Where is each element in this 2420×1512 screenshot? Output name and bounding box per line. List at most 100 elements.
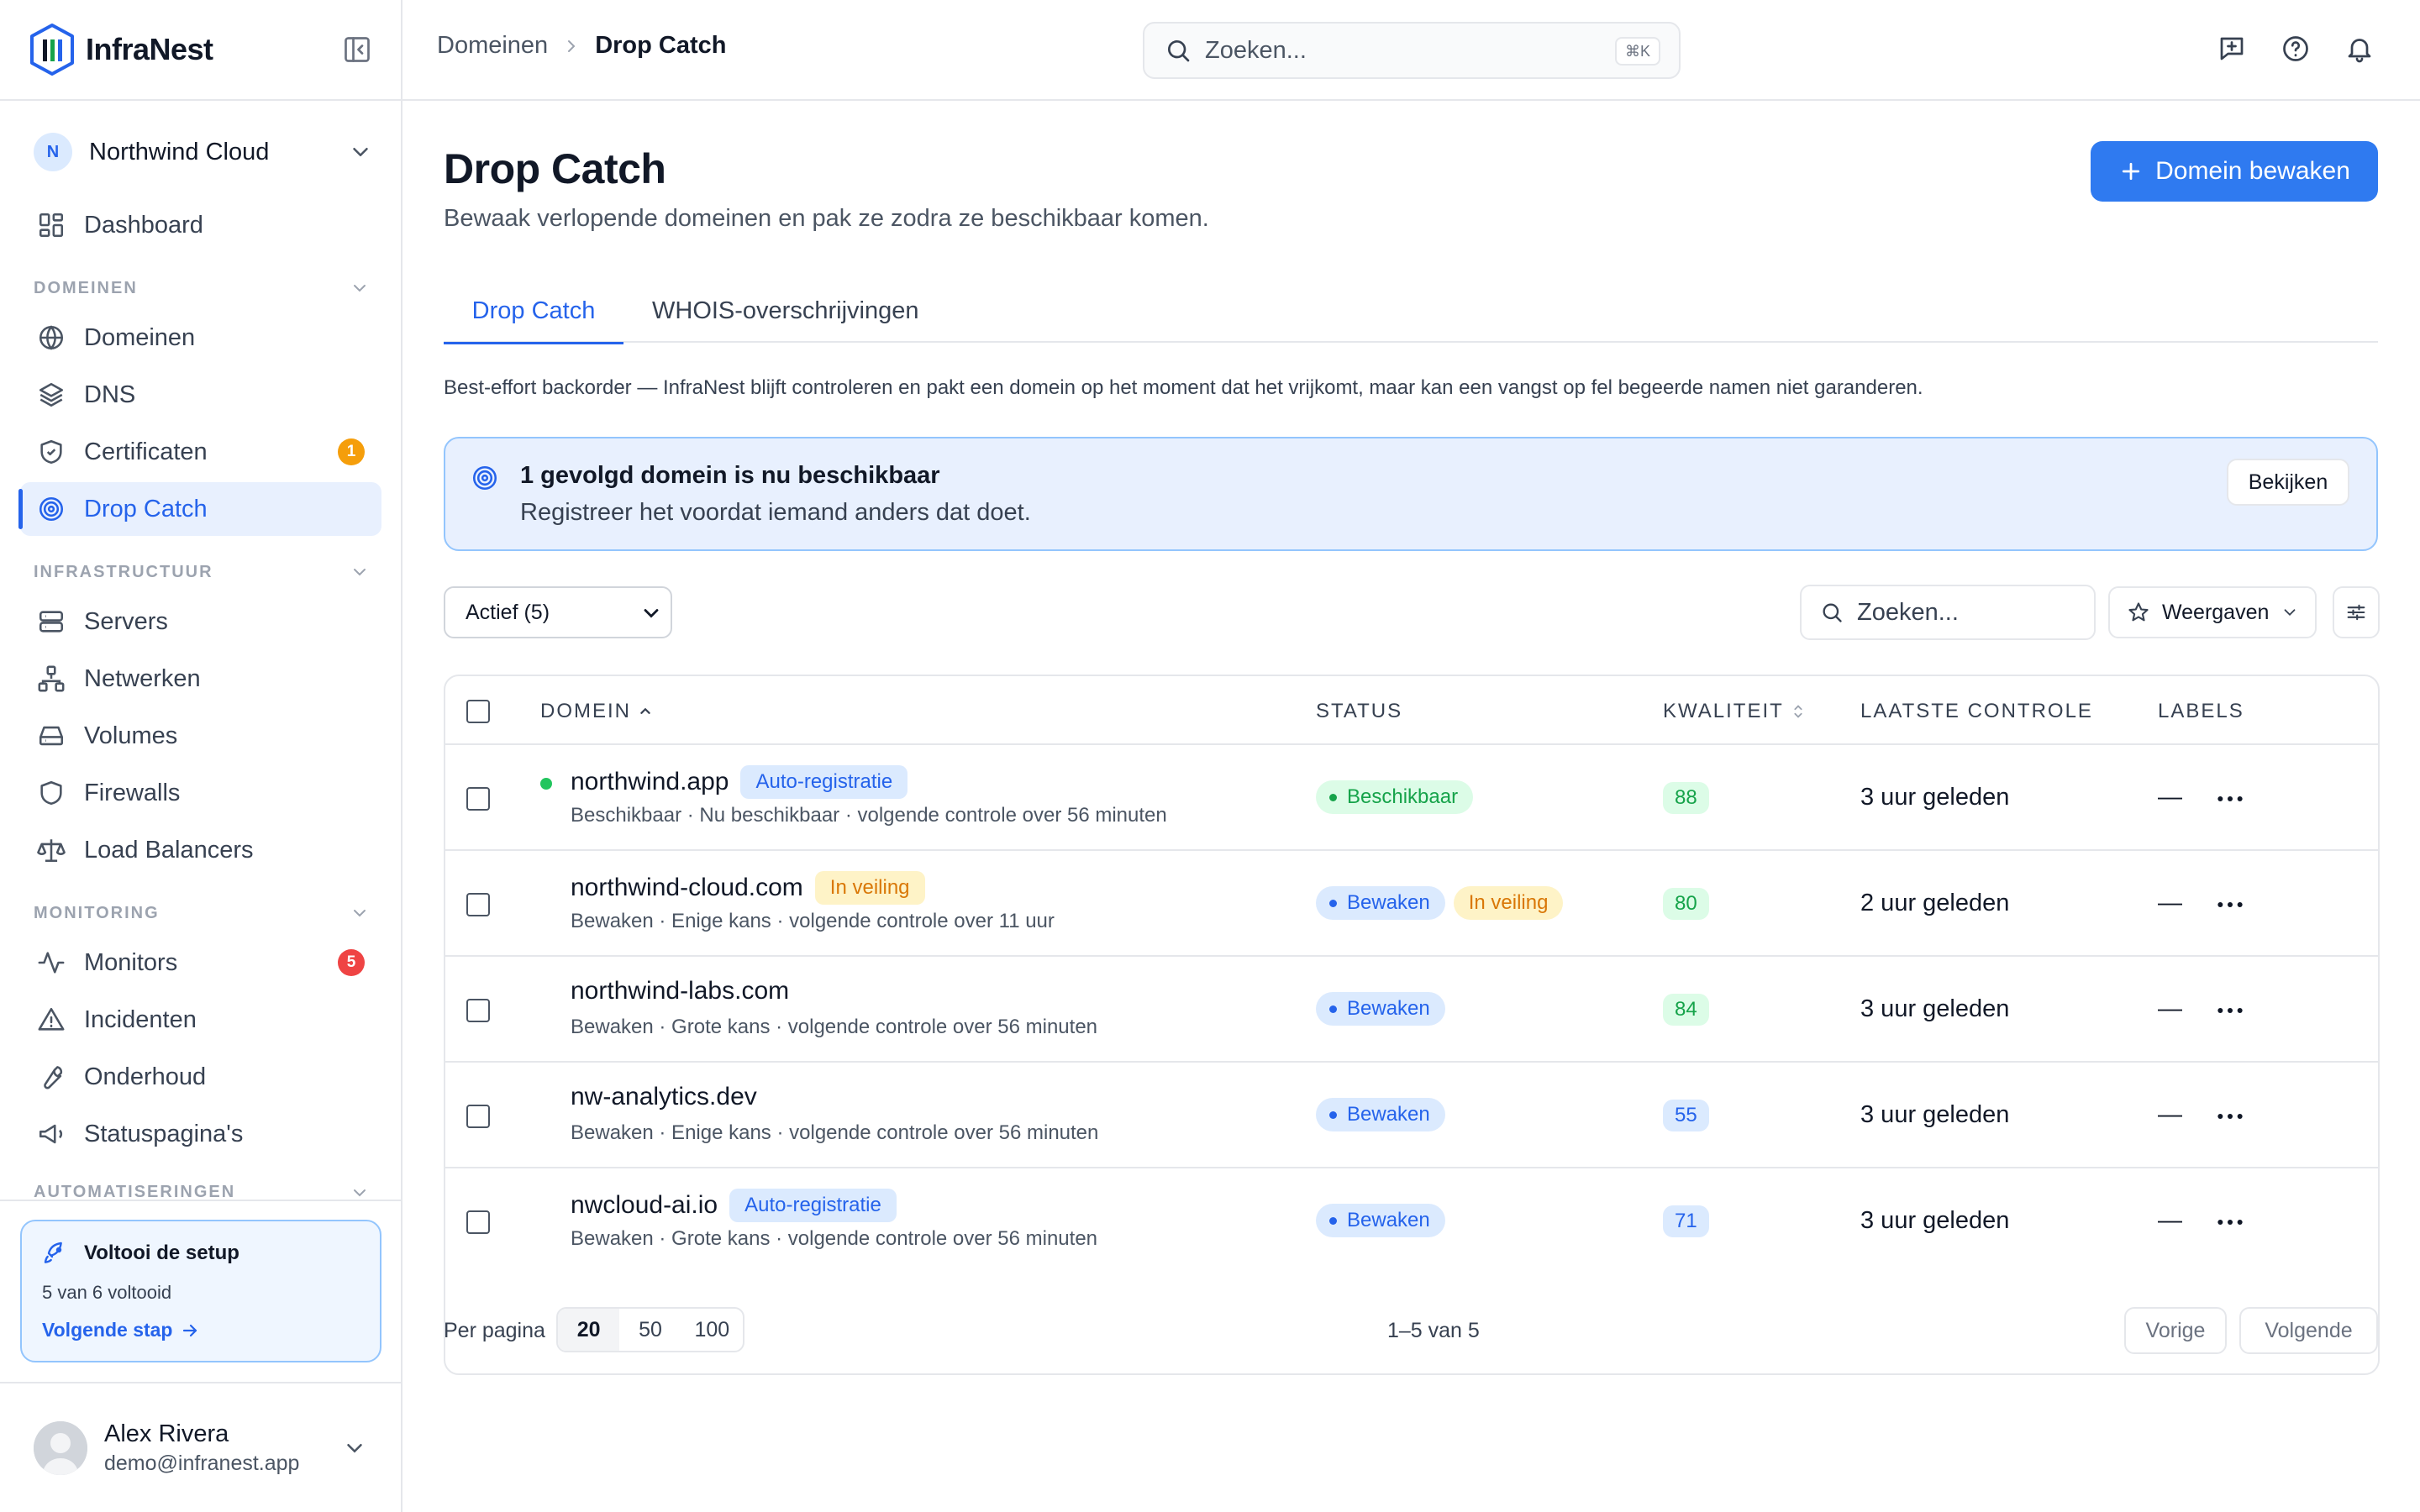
domain-meta: Bewaken · Enige kans · volgende controle…: [571, 910, 1055, 932]
table-row[interactable]: nwcloud-ai.io Auto-registratie Bewaken ·…: [445, 1168, 2378, 1274]
status-dot: [1329, 1110, 1337, 1119]
table-row[interactable]: nw-analytics.dev Bewaken · Enige kans · …: [445, 1063, 2378, 1168]
table-search[interactable]: [1800, 585, 2096, 640]
last-check: 3 uur geleden: [1860, 1101, 2010, 1128]
more-actions-icon[interactable]: [2213, 888, 2247, 921]
global-search[interactable]: ⌘K: [1143, 22, 1681, 79]
sidebar-item-statuspaginas[interactable]: Statuspagina's: [20, 1107, 381, 1161]
tab-whois[interactable]: WHOIS-overschrijvingen: [652, 279, 918, 343]
column-header-domain[interactable]: DOMEIN: [540, 700, 655, 723]
table-row[interactable]: northwind-cloud.com In veiling Bewaken ·…: [445, 851, 2378, 957]
column-header-labels: LABELS: [2158, 700, 2244, 722]
table-row[interactable]: northwind.app Auto-registratie Beschikba…: [445, 745, 2378, 851]
sidebar-item-volumes[interactable]: Volumes: [20, 709, 381, 763]
row-checkbox[interactable]: [466, 1105, 490, 1128]
labels-cell: —: [2158, 1207, 2182, 1234]
views-dropdown[interactable]: Weergaven: [2108, 586, 2317, 638]
domain-name[interactable]: nwcloud-ai.io: [571, 1191, 718, 1220]
sidebar: InfraNest N Northwind Cloud Dashboard DO…: [0, 0, 402, 1512]
sidebar-item-dns[interactable]: DNS: [20, 368, 381, 422]
user-avatar-icon: [34, 1420, 87, 1475]
section-domeinen[interactable]: DOMEINEN: [34, 276, 370, 301]
target-icon: [472, 465, 497, 491]
bell-icon[interactable]: [2344, 34, 2375, 64]
chevron-down-icon: [354, 569, 366, 576]
sidebar-item-incidenten[interactable]: Incidenten: [20, 993, 381, 1047]
row-checkbox[interactable]: [466, 1210, 490, 1234]
sidebar-item-firewalls[interactable]: Firewalls: [20, 766, 381, 820]
views-label: Weergaven: [2162, 600, 2270, 624]
row-checkbox[interactable]: [466, 999, 490, 1022]
per-page-50[interactable]: 50: [619, 1309, 681, 1351]
domain-name[interactable]: northwind-labs.com: [571, 977, 789, 1005]
sidebar-item-monitors[interactable]: Monitors 5: [20, 936, 381, 990]
network-icon: [38, 665, 65, 692]
sidebar-item-label: Netwerken: [84, 664, 201, 692]
sidebar-item-dashboard[interactable]: Dashboard: [20, 198, 381, 252]
select-all-checkbox[interactable]: [466, 700, 490, 723]
next-page-button[interactable]: Volgende: [2239, 1307, 2378, 1354]
sidebar-item-label: DNS: [84, 381, 136, 408]
previous-page-button[interactable]: Vorige: [2124, 1307, 2227, 1354]
column-header-quality[interactable]: KWALITEIT: [1663, 700, 1807, 723]
tabs: Drop Catch WHOIS-overschrijvingen: [444, 279, 2378, 344]
table-row[interactable]: northwind-labs.com Bewaken · Grote kans …: [445, 957, 2378, 1063]
sidebar-item-certificaten[interactable]: Certificaten 1: [20, 425, 381, 479]
page-title: Drop Catch: [444, 145, 666, 192]
domain-meta: Bewaken · Grote kans · volgende controle…: [571, 1227, 1098, 1250]
labels-cell: —: [2158, 890, 2182, 916]
setup-title: Voltooi de setup: [42, 1240, 360, 1267]
breadcrumb-domeinen[interactable]: Domeinen: [437, 32, 548, 60]
per-page-20[interactable]: 20: [558, 1309, 620, 1351]
scale-icon: [37, 839, 66, 863]
status-cell: Bewaken: [1316, 1204, 1445, 1237]
collapse-sidebar-icon[interactable]: [342, 34, 372, 65]
status-cell: Bewaken In veiling: [1316, 886, 1564, 920]
auction-status-badge: In veiling: [1453, 886, 1564, 920]
domain-cell: northwind-labs.com: [571, 977, 789, 1005]
section-infrastructuur[interactable]: INFRASTRUCTUUR: [34, 559, 370, 585]
sidebar-item-load-balancers[interactable]: Load Balancers: [20, 823, 381, 877]
row-checkbox[interactable]: [466, 787, 490, 811]
domain-name[interactable]: nw-analytics.dev: [571, 1083, 757, 1111]
dashboard-icon: [39, 213, 64, 238]
more-actions-icon[interactable]: [2213, 1205, 2247, 1239]
per-page-100[interactable]: 100: [681, 1309, 743, 1351]
help-icon[interactable]: [2281, 34, 2311, 64]
more-actions-icon[interactable]: [2213, 782, 2247, 816]
column-settings-button[interactable]: [2333, 586, 2380, 638]
section-automatiseringen[interactable]: AUTOMATISERINGEN: [34, 1183, 370, 1200]
global-search-input[interactable]: [1205, 36, 1591, 65]
domains-table: DOMEIN STATUS KWALITEIT LAATSTE CONTROLE…: [444, 675, 2380, 1375]
view-button[interactable]: Bekijken: [2227, 459, 2349, 506]
watch-domain-button[interactable]: Domein bewaken: [2091, 141, 2378, 202]
domain-name[interactable]: northwind-cloud.com: [571, 874, 803, 902]
shield-check-icon: [40, 439, 62, 465]
feedback-icon[interactable]: [2217, 34, 2247, 64]
sidebar-item-onderhoud[interactable]: Onderhoud: [20, 1050, 381, 1104]
section-label: DOMEINEN: [34, 278, 138, 297]
status-cell: Bewaken: [1316, 1098, 1445, 1131]
top-actions: [2217, 34, 2375, 64]
table-search-input[interactable]: [1857, 598, 2092, 627]
user-menu[interactable]: Alex Rivera demo@infranest.app: [0, 1382, 401, 1512]
org-switcher[interactable]: N Northwind Cloud: [34, 131, 370, 173]
sidebar-item-netwerken[interactable]: Netwerken: [20, 652, 381, 706]
more-actions-icon[interactable]: [2213, 994, 2247, 1027]
sidebar-item-domeinen[interactable]: Domeinen: [20, 311, 381, 365]
more-actions-icon[interactable]: [2213, 1100, 2247, 1133]
tab-drop-catch[interactable]: Drop Catch: [444, 279, 623, 344]
last-check: 3 uur geleden: [1860, 784, 2010, 811]
row-checkbox[interactable]: [466, 893, 490, 916]
status-filter-select[interactable]: Actief (5): [444, 586, 672, 638]
status-badge: Beschikbaar: [1316, 780, 1474, 814]
sidebar-item-servers[interactable]: Servers: [20, 595, 381, 648]
section-monitoring[interactable]: MONITORING: [34, 900, 370, 926]
setup-next-link[interactable]: Volgende stap: [42, 1319, 360, 1341]
target-icon: [39, 496, 64, 522]
domain-name[interactable]: northwind.app: [571, 768, 729, 796]
domain-meta: Bewaken · Grote kans · volgende controle…: [571, 1016, 1098, 1038]
search-icon: [1823, 603, 1842, 622]
sidebar-item-drop-catch[interactable]: Drop Catch: [18, 482, 381, 536]
sidebar-item-label: Monitors: [84, 948, 178, 976]
